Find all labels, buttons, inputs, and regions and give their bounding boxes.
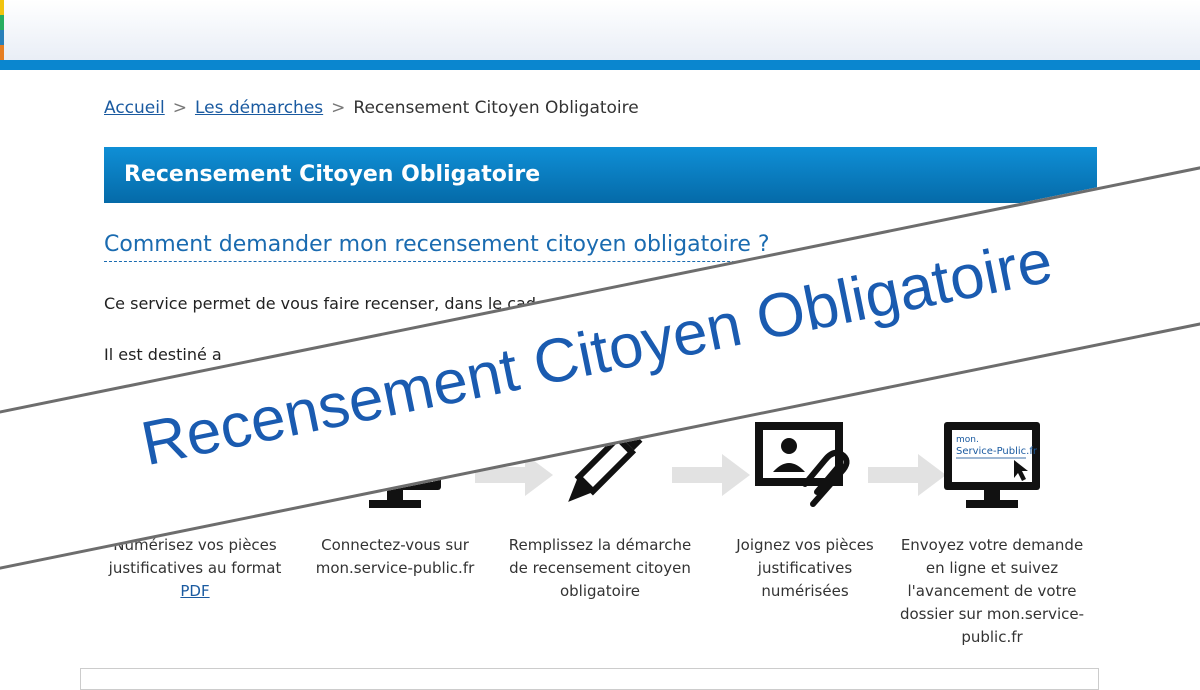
pdf-link[interactable]: PDF [180,582,209,600]
id-card-paperclip-icon [755,422,850,507]
step-caption: Joignez vos pièces justificatives numéri… [736,536,874,600]
step-caption: Remplissez la démarche de recensement ci… [508,536,692,600]
breadcrumb-separator: > [172,98,187,118]
page-title-banner: Recensement Citoyen Obligatoire [104,147,1097,203]
step-caption: Envoyez votre demande en ligne et suivez… [899,536,1085,646]
service-public-monitor-icon: mon. Service-Public.fr [944,422,1040,508]
section-heading: Comment demander mon recensement citoyen… [104,232,770,262]
breadcrumb-demarches-link[interactable]: Les démarches [195,98,323,118]
breadcrumb-home-link[interactable]: Accueil [104,98,165,118]
intro-paragraph: Ce service permet de vous faire recenser… [104,294,536,313]
screen-label-mon: mon. [956,435,979,445]
site-header [0,0,1200,60]
screen-label-service-public: Service-Public.fr [956,446,1038,457]
breadcrumb: Accueil > Les démarches > Recensement Citoye… [104,98,639,118]
audience-paragraph: Il est destiné a [104,345,222,364]
breadcrumb-separator: > [331,98,346,118]
header-accent-bar [0,60,1200,70]
step-caption: Connectez-vous sur mon.service-public.fr [315,536,475,577]
step-send: mon. Service-Public.fr Envoyez votre dem… [892,420,1092,660]
color-stripe [0,0,4,60]
bottom-panel [80,668,1099,690]
breadcrumb-current: Recensement Citoyen Obligatoire [353,98,639,118]
step-caption: Numérisez vos pièces justificatives au f… [108,536,282,600]
